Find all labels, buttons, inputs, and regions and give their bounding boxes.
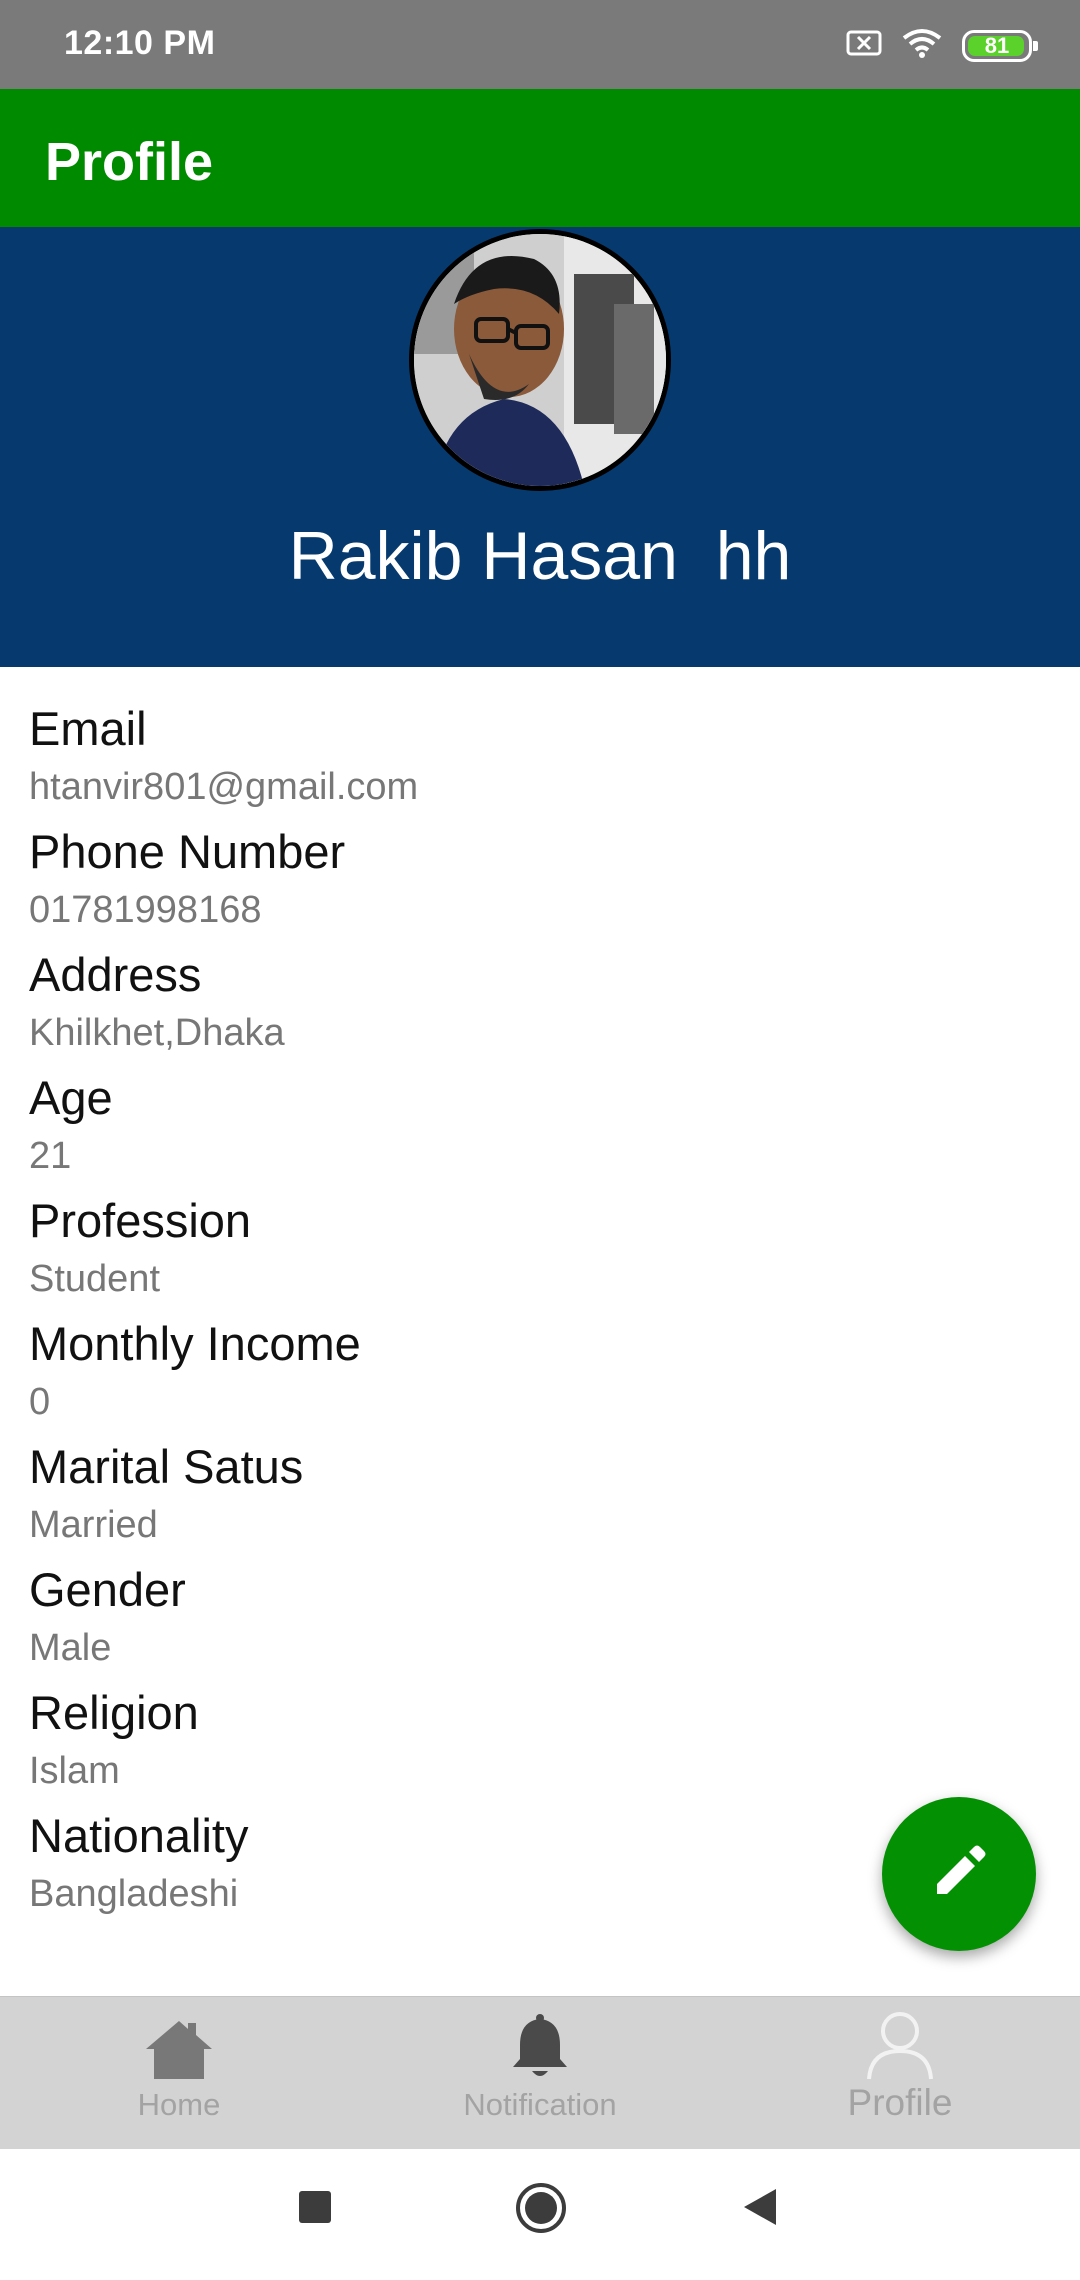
profile-name: Rakib Hasan hh [288,518,792,594]
profile-header: Rakib Hasan hh [0,227,1080,667]
detail-profession: Profession Student [29,1189,1029,1312]
detail-label: Age [29,1071,113,1124]
nav-label-home: Home [137,2087,221,2122]
edit-pencil-icon [927,1840,991,1909]
detail-value: 01781998168 [29,889,262,931]
nav-item-home[interactable]: Home [29,1997,329,2150]
detail-value: Male [29,1627,112,1669]
detail-label: Monthly Income [29,1317,361,1370]
detail-gender: Gender Male [29,1558,1029,1681]
detail-label: Profession [29,1194,252,1247]
avatar[interactable] [409,229,671,491]
wifi-icon [902,28,942,63]
detail-phone: Phone Number 01781998168 [29,820,1029,943]
edit-profile-button[interactable] [882,1797,1036,1951]
detail-marital-status: Marital Satus Married [29,1435,1029,1558]
battery-level: 81 [984,32,1010,58]
detail-label: Religion [29,1686,199,1739]
nav-label-notification: Notification [463,2087,617,2122]
battery-icon: 81 [962,29,1038,62]
detail-address: Address Khilkhet,Dhaka [29,943,1029,1066]
avatar-photo [414,234,666,486]
detail-label: Phone Number [29,825,346,878]
detail-value: 0 [29,1381,51,1423]
home-icon [144,2019,214,2086]
detail-age: Age 21 [29,1066,1029,1189]
detail-value: Married [29,1504,158,1546]
recents-button[interactable] [297,2189,333,2230]
system-navigation-bar [0,2149,1080,2280]
detail-value: Student [29,1258,160,1300]
status-bar: 12:10 PM 81 [0,0,1080,89]
nav-label-profile: Profile [847,2082,953,2123]
detail-religion: Religion Islam [29,1681,1029,1804]
status-time: 12:10 PM [64,24,216,62]
detail-value: 21 [29,1135,72,1177]
detail-label: Email [29,702,147,755]
detail-label: Nationality [29,1809,249,1862]
person-icon [865,2009,935,2086]
status-icons: 81 [846,28,1038,63]
app-bar: Profile [0,89,1080,227]
detail-value: Bangladeshi [29,1873,239,1915]
page-title: Profile [45,132,214,192]
bell-icon [510,2013,570,2084]
profile-details: Email htanvir801@gmail.com Phone Number … [29,697,1029,1927]
bottom-navigation: Home Notification Profile [0,1996,1080,2150]
detail-label: Gender [29,1563,186,1616]
detail-value: htanvir801@gmail.com [29,766,419,808]
sim-blocked-icon [846,29,882,62]
detail-label: Address [29,948,202,1001]
nav-item-notification[interactable]: Notification [390,1997,690,2150]
detail-nationality: Nationality Bangladeshi [29,1804,1029,1927]
back-button[interactable] [742,2187,778,2232]
detail-email: Email htanvir801@gmail.com [29,697,1029,820]
detail-label: Marital Satus [29,1440,304,1493]
battery-tip [1033,40,1038,51]
home-button[interactable] [514,2181,568,2240]
detail-monthly-income: Monthly Income 0 [29,1312,1029,1435]
detail-value: Islam [29,1750,120,1792]
nav-item-profile[interactable]: Profile [750,1997,1050,2150]
detail-value: Khilkhet,Dhaka [29,1012,285,1054]
